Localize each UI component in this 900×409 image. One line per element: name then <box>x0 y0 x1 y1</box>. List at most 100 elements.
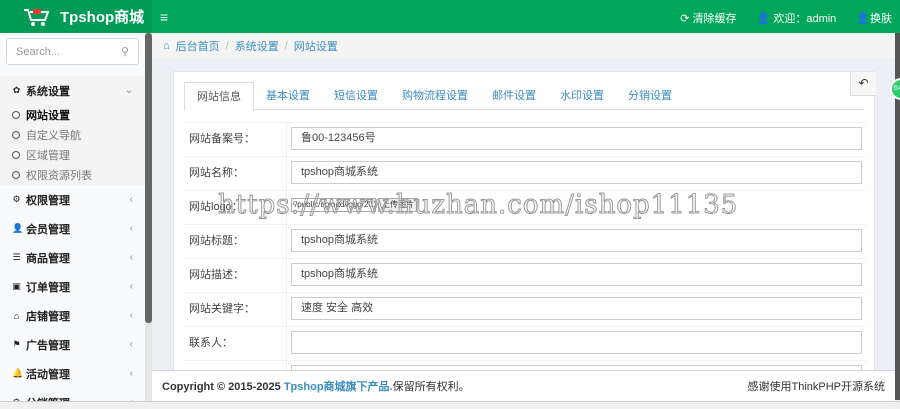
menu-label: 订单管理 <box>26 281 70 294</box>
settings-form: 网站备案号： 鲁00-123456号 网站名称： tpshop商城系统 网站logo： /… <box>184 122 866 395</box>
chevron-left-icon: ‹ <box>129 310 133 321</box>
menu-toggle-icon[interactable]: ≡ <box>160 9 168 25</box>
tab-6[interactable]: 分销设置 <box>616 82 684 109</box>
menu-item[interactable]: 👤 会员管理 ‹ <box>0 214 145 243</box>
submenu-permission-resources[interactable]: 权限资源列表 <box>0 165 145 185</box>
chevron-left-icon: ‹ <box>129 252 133 263</box>
form-input[interactable]: tpshop商城系统 <box>291 161 862 184</box>
menu-item[interactable]: ⚙ 权限管理 ‹ <box>0 185 145 214</box>
form-input[interactable]: 鲁00-123456号 <box>291 127 862 150</box>
breadcrumb-current[interactable]: 网站设置 <box>294 38 338 54</box>
circle-icon <box>12 111 20 119</box>
menu-label: 会员管理 <box>26 223 70 236</box>
menu-icon: ▣ <box>12 281 21 291</box>
form-row: 网站关键字： 速度 安全 高效 <box>184 293 866 327</box>
floating-badge[interactable]: 64 <box>890 78 900 100</box>
thinkphp-credit: 感谢使用ThinkPHP开源系统 <box>747 381 885 393</box>
form-row: 联系人： <box>184 327 866 361</box>
menu-item[interactable]: ▣ 订单管理 ‹ <box>0 272 145 301</box>
submenu-site-settings[interactable]: 网站设置 <box>0 105 145 125</box>
footer: Copyright © 2015-2025 Tpshop商城旗下产品.保留所有权… <box>152 370 895 401</box>
tab-0[interactable]: 网站信息 <box>184 82 254 111</box>
search-icon[interactable]: ⚲ <box>121 45 129 58</box>
brand-logo[interactable]: Tpshop商城 <box>0 0 152 33</box>
menu-item[interactable]: ☰ 商品管理 ‹ <box>0 243 145 272</box>
form-label: 网站标题： <box>184 225 287 258</box>
refresh-icon: ⟳ <box>680 13 693 25</box>
clear-cache-link[interactable]: ⟳ 清除缓存 <box>680 10 736 26</box>
breadcrumb-system[interactable]: 系统设置 <box>235 38 279 54</box>
menu-label: 广告管理 <box>26 339 70 352</box>
chevron-left-icon: ‹ <box>129 339 133 350</box>
footer-link[interactable]: Tpshop商城旗下产品. <box>284 381 393 393</box>
menu-icon: 👤 <box>12 223 24 233</box>
user-icon: 👤 <box>756 13 774 25</box>
logo-path-input[interactable]: /public/upload/logo/2017 <box>291 198 376 212</box>
cart-icon <box>24 8 50 26</box>
form-input[interactable]: tpshop商城系统 <box>291 263 862 286</box>
menu-icon: 🔔 <box>12 368 24 378</box>
chevron-left-icon: ‹ <box>129 223 133 234</box>
form-label: 网站名称： <box>184 157 287 190</box>
form-row: 网站标题： tpshop商城系统 <box>184 225 866 259</box>
submenu-region[interactable]: 区域管理 <box>0 145 145 165</box>
form-row: 网站描述： tpshop商城系统 <box>184 259 866 293</box>
clear-cache-label: 清除缓存 <box>692 13 737 25</box>
menu-item[interactable]: 🔔 活动管理 ‹ <box>0 359 145 388</box>
upload-image-button[interactable]: 上传图片 <box>378 198 418 212</box>
menu-icon: ⌂ <box>13 310 20 321</box>
sidebar: Search... ⚲ ✿ 系统设置 ⌄ 网站设置 自定义导航 区域管理 权限资源列… <box>0 33 145 409</box>
form-label: 网站备案号： <box>184 123 287 156</box>
form-input[interactable] <box>291 331 862 354</box>
breadcrumb: ⌂ 后台首页 / 系统设置 / 网站设置 <box>152 33 900 58</box>
menu-icon: ☰ <box>12 252 21 262</box>
skin-link[interactable]: 👤换肤 <box>856 10 892 26</box>
gear-icon: ✿ <box>12 85 21 95</box>
tab-5[interactable]: 水印设置 <box>548 82 616 109</box>
menu-item[interactable]: ⚑ 广告管理 ‹ <box>0 330 145 359</box>
tab-2[interactable]: 短信设置 <box>322 82 390 109</box>
form-label: 网站描述： <box>184 259 287 292</box>
user-icon: 👤 <box>856 13 870 25</box>
menu-item[interactable]: ⌂ 店铺管理 ‹ <box>0 301 145 330</box>
chevron-left-icon: ‹ <box>129 368 133 379</box>
settings-tabs: 网站信息 基本设置 短信设置 购物流程设置 邮件设置 水印设置 分销设置 <box>184 82 864 111</box>
submenu-label: 自定义导航 <box>26 130 81 142</box>
submenu-custom-nav[interactable]: 自定义导航 <box>0 125 145 145</box>
user-welcome[interactable]: 👤 欢迎：admin <box>757 10 837 26</box>
search-input[interactable]: Search... <box>16 46 60 58</box>
menu-label: 店铺管理 <box>26 310 70 323</box>
menu-system-settings[interactable]: ✿ 系统设置 ⌄ <box>0 76 145 105</box>
chevron-left-icon: ‹ <box>129 194 133 205</box>
menu-label: 商品管理 <box>26 252 70 265</box>
settings-panel: ↶ 网站信息 基本设置 短信设置 购物流程设置 邮件设置 水印设置 分销设置 网站备案号：鲁… <box>173 71 876 395</box>
sidebar-search[interactable]: Search... ⚲ <box>6 38 139 65</box>
menu-label: 活动管理 <box>26 368 70 381</box>
home-icon: ⌂ <box>163 39 170 52</box>
form-label: 网站logo： <box>184 191 287 224</box>
form-label: 网站关键字： <box>184 293 287 326</box>
welcome-label: 欢迎：admin <box>773 13 837 25</box>
menu-label: 系统设置 <box>26 85 70 98</box>
skin-label: 换肤 <box>870 13 892 25</box>
form-row: 网站logo： /public/upload/logo/2017 上传图片 <box>184 191 866 225</box>
rights-text: 保留所有权利。 <box>392 381 470 393</box>
breadcrumb-home[interactable]: 后台首页 <box>176 38 220 54</box>
circle-icon <box>12 171 20 179</box>
form-row: 网站名称： tpshop商城系统 <box>184 157 866 191</box>
form-label: 联系人： <box>184 327 287 360</box>
submenu-label: 权限资源列表 <box>26 170 92 182</box>
browser-status-bar <box>0 401 900 409</box>
form-row: 网站备案号： 鲁00-123456号 <box>184 123 866 157</box>
form-input[interactable]: tpshop商城系统 <box>291 229 862 252</box>
menu-label: 权限管理 <box>26 194 70 207</box>
sidebar-scrollbar[interactable] <box>145 33 152 409</box>
tab-1[interactable]: 基本设置 <box>254 82 322 109</box>
copyright-text: Copyright © 2015-2025 <box>162 381 284 393</box>
form-input[interactable]: 速度 安全 高效 <box>291 297 862 320</box>
circle-icon <box>12 131 20 139</box>
chevron-down-icon: ⌄ <box>124 85 133 96</box>
menu-icon: ⚙ <box>12 194 21 204</box>
tab-3[interactable]: 购物流程设置 <box>390 82 480 109</box>
tab-4[interactable]: 邮件设置 <box>480 82 548 109</box>
